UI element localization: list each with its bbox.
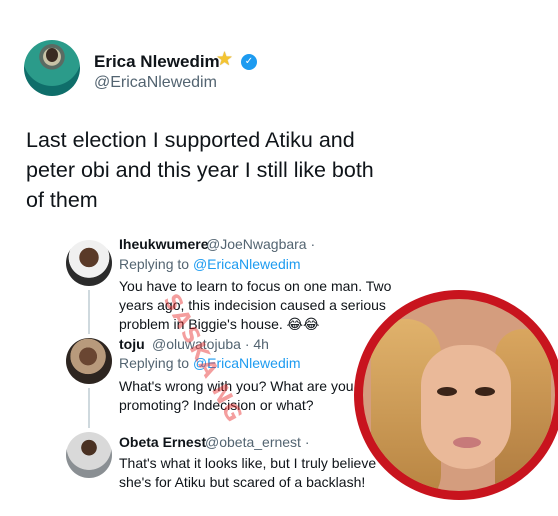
reply-body-line: she's for Atiku but scared of a backlash… [119,474,366,490]
verified-badge-icon: ✓ [241,54,257,70]
star-icon: ★ [216,49,234,70]
portrait-eye [475,387,495,396]
reply-author-name[interactable]: Iheukwumere [119,236,208,252]
reply-avatar[interactable] [66,432,112,478]
reply-body-line: problem in Biggie's house. 😂😂 [119,316,320,332]
thread-line [88,388,90,428]
reply-body-line: You have to learn to focus on one man. T… [119,278,392,294]
thread-line [88,290,90,334]
tweet-text-line: peter obi and this year I still like bot… [26,158,374,182]
author-name[interactable]: Erica Nlewedim [94,52,220,72]
portrait-eye [437,387,457,396]
tweet-text-line: of them [26,188,98,212]
replying-label: Replying to [119,355,193,371]
portrait-lips [453,437,481,448]
replying-to: Replying to @EricaNlewedim [119,256,301,272]
author-handle[interactable]: @EricaNlewedim [94,74,217,92]
tweet-text: Last election I supported Atiku and pete… [26,125,426,215]
replying-to-link[interactable]: @EricaNlewedim [193,256,301,272]
reply-author-handle[interactable]: @obeta_ernest · [205,434,310,450]
reply-body-line: That's what it looks like, but I truly b… [119,455,377,471]
reply-body-line: What's wrong with you? What are you [119,378,354,394]
portrait-face [421,345,511,469]
reply-author-name[interactable]: Obeta Ernest [119,434,206,450]
replying-label: Replying to [119,256,193,272]
reply-author-name[interactable]: toju [119,336,145,352]
reply-author-handle[interactable]: @JoeNwagbara · [206,236,315,252]
reply-avatar[interactable] [66,338,112,384]
reply-body: That's what it looks like, but I truly b… [119,454,376,492]
tweet-text-line: Last election I supported Atiku and [26,128,355,152]
author-avatar[interactable] [24,40,80,96]
inset-portrait-photo [354,290,558,500]
reply-avatar[interactable] [66,240,112,286]
